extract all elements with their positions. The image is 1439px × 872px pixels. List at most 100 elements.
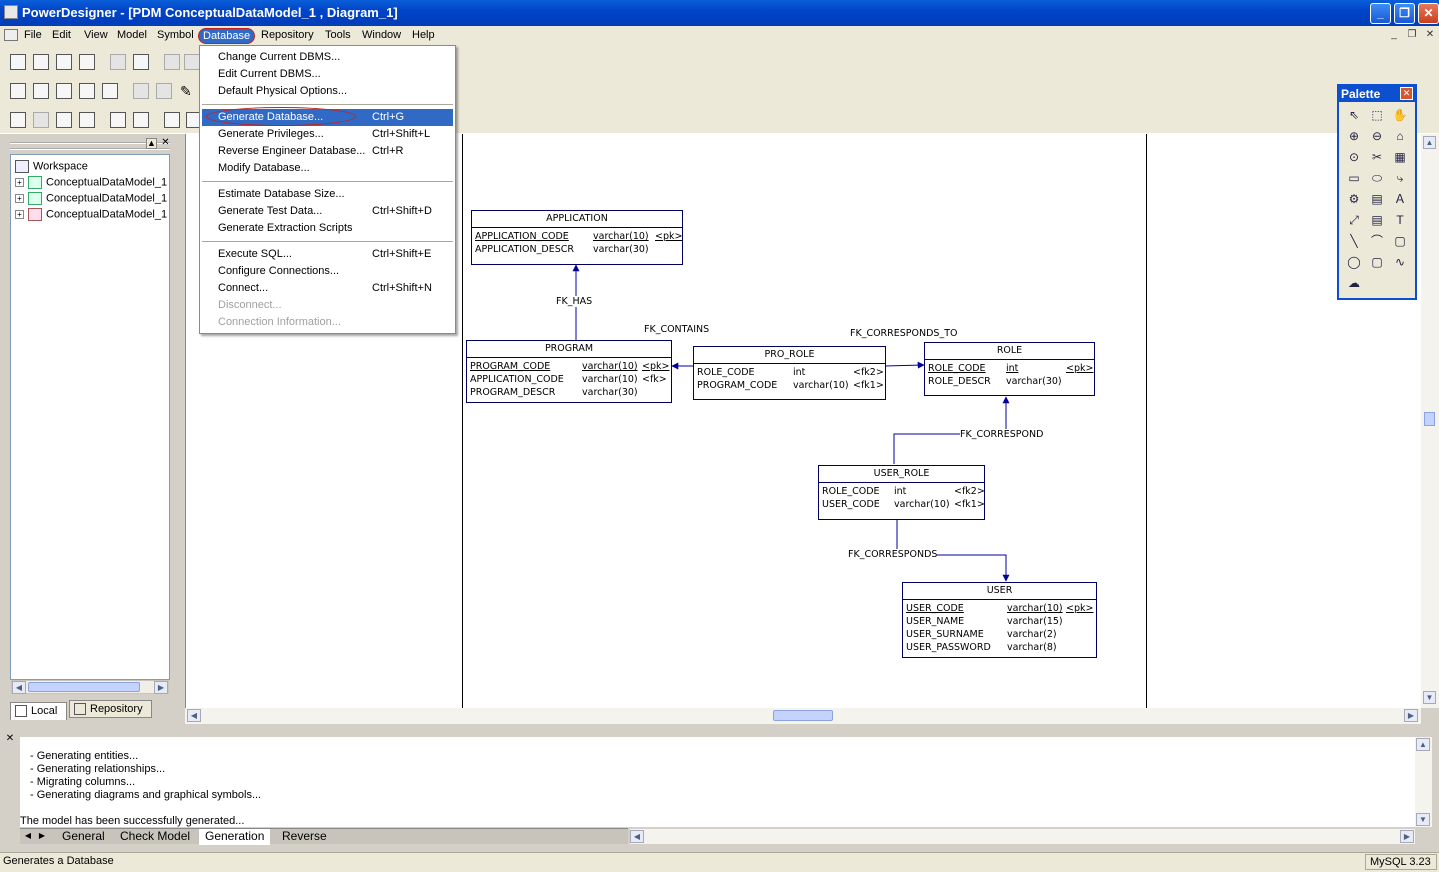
menu-file[interactable]: File — [20, 28, 46, 44]
entity-program[interactable]: PROGRAM PROGRAM_CODE varchar(10) <pk> APPL… — [466, 340, 672, 403]
palette-close-icon[interactable]: ✕ — [1400, 87, 1413, 100]
polyline-icon[interactable]: ∿ — [1391, 253, 1409, 271]
menu-item-estimate-database-size[interactable]: Estimate Database Size... — [202, 186, 453, 203]
tab-icon[interactable] — [156, 83, 172, 99]
mdi-restore-icon[interactable]: ❐ — [1405, 29, 1419, 41]
properties-icon[interactable]: ⊙ — [1345, 148, 1363, 166]
scroll-right-icon[interactable]: ▶ — [1400, 830, 1414, 843]
table-icon[interactable]: ▭ — [1345, 169, 1363, 187]
menu-item-generate-test-data[interactable]: Generate Test Data... Ctrl+Shift+D — [202, 203, 453, 220]
find-icon[interactable] — [56, 83, 72, 99]
menu-item-reverse-engineer-database[interactable]: Reverse Engineer Database... Ctrl+R — [202, 143, 453, 160]
page-icon[interactable] — [56, 112, 72, 128]
print-preview-icon[interactable] — [110, 54, 126, 70]
note-icon[interactable]: ▤ — [1368, 211, 1386, 229]
zoom-out-icon[interactable]: ⊖ — [1368, 127, 1386, 145]
menu-item-generate-extraction-scripts[interactable]: Generate Extraction Scripts — [202, 220, 453, 237]
scroll-down-icon[interactable]: ▼ — [1423, 691, 1436, 704]
output-icon[interactable] — [133, 112, 149, 128]
pen-icon[interactable]: ✎ — [180, 83, 196, 99]
model-icon[interactable] — [33, 83, 49, 99]
rounded-rect-icon[interactable]: ▢ — [1368, 253, 1386, 271]
result-list-icon[interactable] — [164, 112, 180, 128]
menu-item-modify-database[interactable]: Modify Database... — [202, 160, 453, 177]
tab-check-model[interactable]: Check Model — [114, 829, 196, 845]
tree-workspace[interactable]: Workspace — [15, 160, 88, 173]
view-icon[interactable]: ⬭ — [1368, 169, 1386, 187]
database-menu[interactable]: Change Current DBMS... Edit Current DBMS.… — [199, 45, 456, 334]
expand-icon[interactable]: + — [15, 210, 24, 219]
tab-repository[interactable]: Repository — [69, 700, 152, 718]
scroll-right-icon[interactable]: ▶ — [1404, 709, 1418, 722]
grabber-icon[interactable]: ✋ — [1391, 106, 1409, 124]
diagram-icon[interactable] — [10, 112, 26, 128]
ref-label-fk-contains[interactable]: FK_CONTAINS — [644, 324, 709, 335]
check-model-icon[interactable] — [102, 83, 118, 99]
polygon-icon[interactable]: ☁ — [1345, 274, 1363, 292]
title-icon[interactable]: T — [1391, 211, 1409, 229]
line-icon[interactable]: ╲ — [1345, 232, 1363, 250]
tab-reverse[interactable]: Reverse — [276, 829, 333, 845]
pointer-icon[interactable]: ⇖ — [1345, 106, 1363, 124]
menu-item-generate-database[interactable]: Generate Database... Ctrl+G — [202, 107, 453, 126]
link-icon[interactable]: ⤢ — [1345, 211, 1363, 229]
stop-icon[interactable] — [133, 83, 149, 99]
rectangle-icon[interactable]: ▢ — [1391, 232, 1409, 250]
menu-item-configure-connections[interactable]: Configure Connections... — [202, 263, 453, 280]
menu-item-execute-sql[interactable]: Execute SQL... Ctrl+Shift+E — [202, 246, 453, 263]
tree-hscrollbar[interactable]: ◀ ▶ — [11, 680, 169, 694]
entity-pro-role[interactable]: PRO_ROLE ROLE_CODE int <fk2> PROGRAM_CODE v… — [693, 346, 886, 400]
text-icon[interactable]: Ａ — [1391, 190, 1409, 208]
output-vscrollbar[interactable]: ▲ ▼ — [1415, 737, 1432, 827]
minimize-button[interactable]: _ — [1370, 3, 1391, 24]
ellipse-icon[interactable]: ◯ — [1345, 253, 1363, 271]
ref-label-fk-has[interactable]: FK_HAS — [556, 296, 593, 307]
tab-general[interactable]: General — [56, 829, 111, 845]
menu-tools[interactable]: Tools — [321, 28, 355, 44]
expand-icon[interactable]: + — [15, 194, 24, 203]
app-icon[interactable] — [4, 5, 18, 19]
tab-local[interactable]: Local — [10, 702, 67, 720]
browser-icon[interactable] — [110, 112, 126, 128]
workspace-tree[interactable]: Workspace + ConceptualDataModel_1 + Concep… — [10, 154, 170, 680]
refresh-icon[interactable] — [79, 83, 95, 99]
maximize-button[interactable]: ❐ — [1394, 3, 1415, 24]
layout-icon[interactable] — [33, 112, 49, 128]
entity-user-role[interactable]: USER_ROLE ROLE_CODE int <fk2> USER_CODE var… — [818, 465, 985, 520]
entity-user[interactable]: USER USER_CODE varchar(10) <pk> USER_NAME v… — [902, 582, 1097, 658]
new-icon[interactable] — [10, 54, 26, 70]
menu-symbol[interactable]: Symbol — [153, 28, 198, 44]
menu-window[interactable]: Window — [358, 28, 405, 44]
menu-view[interactable]: View — [80, 28, 112, 44]
tab-generation[interactable]: Generation — [199, 829, 271, 845]
scroll-left-icon[interactable]: ◀ — [187, 709, 201, 722]
ref-label-fk-corresponds[interactable]: FK_CORRESPONDS — [848, 549, 938, 560]
output-hscrollbar[interactable]: ◀ ▶ — [630, 829, 1415, 844]
scroll-left-icon[interactable]: ◀ — [630, 830, 644, 843]
procedure-icon[interactable]: ⚙ — [1345, 190, 1363, 208]
copy-icon[interactable] — [184, 54, 200, 70]
tree-item-model-3[interactable]: + ConceptualDataModel_1 — [15, 208, 167, 221]
ref-label-fk-corresponds-to[interactable]: FK_CORRESPONDS_TO — [850, 328, 957, 339]
zoom-in-icon[interactable]: ⊕ — [1345, 127, 1363, 145]
scroll-up-icon[interactable]: ▲ — [1423, 136, 1436, 149]
lasso-icon[interactable]: ⬚ — [1368, 106, 1386, 124]
menu-item-generate-privileges[interactable]: Generate Privileges... Ctrl+Shift+L — [202, 126, 453, 143]
cut-icon[interactable] — [164, 54, 180, 70]
tree-scroll-thumb[interactable] — [28, 682, 140, 692]
diagram-hscrollbar[interactable]: ◀ ▶ — [185, 708, 1421, 724]
menu-item-connect[interactable]: Connect... Ctrl+Shift+N — [202, 280, 453, 297]
save-icon[interactable] — [56, 54, 72, 70]
diagram-vscroll-thumb[interactable] — [1424, 412, 1435, 426]
output-close-icon[interactable]: ✕ — [4, 734, 16, 746]
open-package-icon[interactable]: ⌂ — [1391, 127, 1409, 145]
diagram-hscroll-thumb[interactable] — [773, 710, 833, 721]
tab-next-icon[interactable]: ▶ — [36, 830, 48, 842]
mdi-close-icon[interactable]: ✕ — [1423, 29, 1437, 41]
tab-prev-icon[interactable]: ◀ — [22, 830, 34, 842]
expand-icon[interactable]: + — [15, 178, 24, 187]
arc-icon[interactable]: ⌒ — [1368, 232, 1386, 250]
menu-edit[interactable]: Edit — [48, 28, 75, 44]
palette-window[interactable]: Palette ✕ ⇖ ⬚ ✋ ⊕ ⊖ ⌂ ⊙ ✂ ▦ ▭ ⬭ ⤷ ⚙ ▤ Ａ ⤢ ▤ T ╲ ⌒ ▢ ◯ ▢ ∿ ☁ — [1337, 84, 1417, 300]
ref-label-fk-correspond[interactable]: FK_CORRESPOND — [960, 429, 1044, 440]
